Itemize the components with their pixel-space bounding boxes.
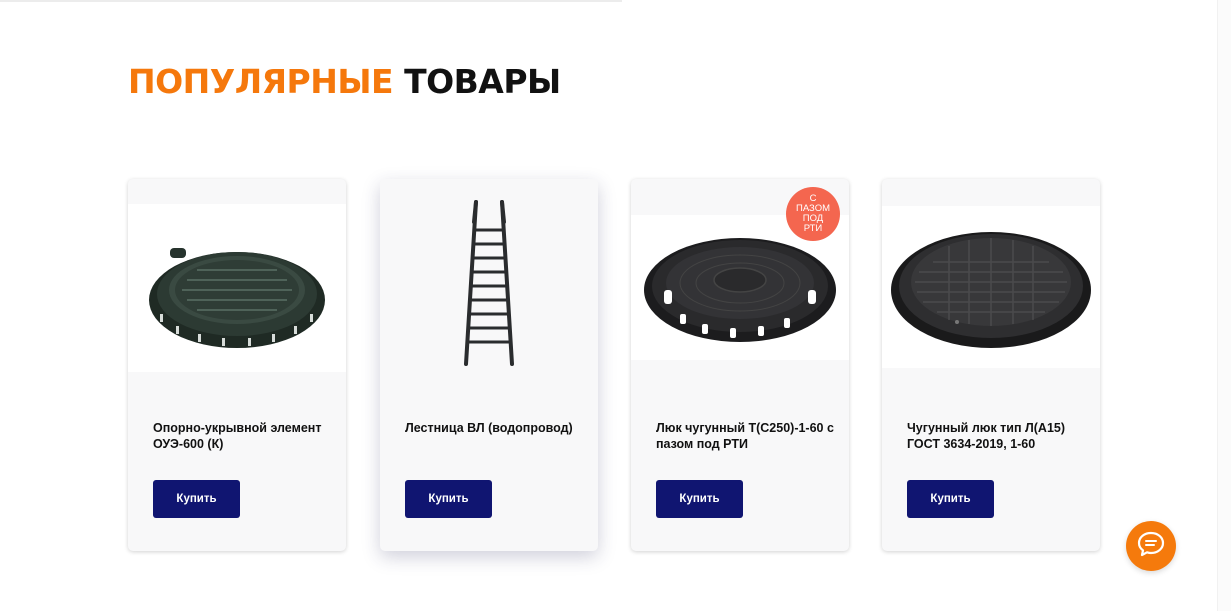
manhole-support-element-image[interactable] <box>128 204 346 372</box>
header-divider <box>0 0 622 2</box>
product-card[interactable]: Чугунный люк тип Л(А15) ГОСТ 3634-2019, … <box>882 179 1100 551</box>
product-card[interactable]: Опорно-укрывной элемент ОУЭ-600 (К) Купи… <box>128 179 346 551</box>
product-name[interactable]: Люк чугунный Т(С250)-1-60 с пазом под РТ… <box>656 420 836 452</box>
ladder-image[interactable] <box>380 179 598 384</box>
page: ПОПУЛЯРНЫЕ ТОВАРЫ Опорно-укрывной элемен… <box>0 0 1231 611</box>
section-title-rest: ТОВАРЫ <box>404 62 561 101</box>
buy-button[interactable]: Купить <box>153 480 240 518</box>
product-name[interactable]: Лестница ВЛ (водопровод) <box>405 420 585 436</box>
section-title: ПОПУЛЯРНЫЕ ТОВАРЫ <box>128 62 561 101</box>
section-title-accent: ПОПУЛЯРНЫЕ <box>128 62 394 101</box>
light-manhole-cover-image[interactable] <box>882 206 1100 368</box>
product-badge: С ПАЗОМ ПОД РТИ <box>786 187 840 241</box>
buy-button[interactable]: Купить <box>656 480 743 518</box>
scrollbar[interactable] <box>1217 0 1231 611</box>
chat-icon <box>1137 531 1165 562</box>
chat-button[interactable] <box>1126 521 1176 571</box>
buy-button[interactable]: Купить <box>405 480 492 518</box>
buy-button[interactable]: Купить <box>907 480 994 518</box>
product-card[interactable]: Лестница ВЛ (водопровод) Купить <box>380 179 598 551</box>
product-name[interactable]: Чугунный люк тип Л(А15) ГОСТ 3634-2019, … <box>907 420 1087 452</box>
product-name[interactable]: Опорно-укрывной элемент ОУЭ-600 (К) <box>153 420 333 452</box>
